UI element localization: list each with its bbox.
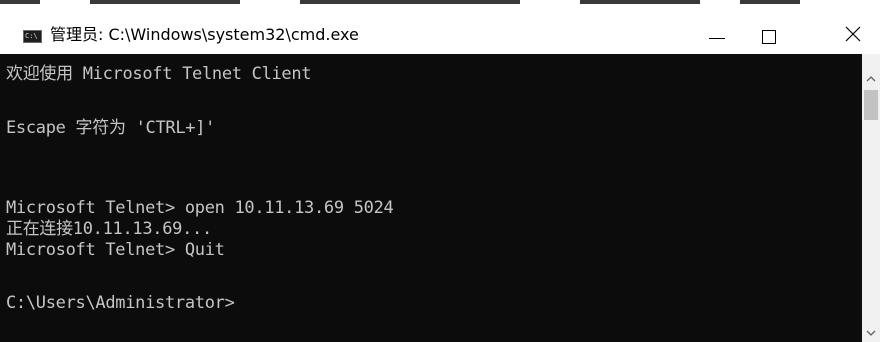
window-title: 管理员: C:\Windows\system32\cmd.exe [50,25,359,44]
scroll-up-arrow-icon [866,76,876,82]
console-line: Microsoft Telnet> open 10.11.13.69 5024 [6,198,394,218]
minimize-icon [709,38,725,39]
console-line: Escape 字符为 'CTRL+]' [6,118,216,138]
console-prompt: C:\Users\Administrator> [6,293,235,313]
vertical-scrollbar[interactable] [862,54,880,342]
scroll-down-button[interactable] [862,324,880,342]
close-button[interactable] [826,14,880,54]
console-line: Microsoft Telnet> Quit [6,240,225,260]
scroll-up-button[interactable] [862,70,880,88]
cmd-icon: C:\ [23,30,42,43]
background-window-strip [0,0,880,14]
close-icon [845,26,861,42]
scroll-down-arrow-icon [866,330,876,336]
maximize-button[interactable] [746,14,792,54]
maximize-icon [762,30,776,44]
console-line: 正在连接10.11.13.69... [6,219,212,239]
minimize-button[interactable] [694,14,740,54]
console-line: 欢迎使用 Microsoft Telnet Client [6,64,312,84]
title-bar[interactable]: C:\ 管理员: C:\Windows\system32\cmd.exe [0,14,880,54]
scroll-thumb[interactable] [864,90,878,120]
console-output[interactable]: 欢迎使用 Microsoft Telnet Client Escape 字符为 … [0,54,862,342]
